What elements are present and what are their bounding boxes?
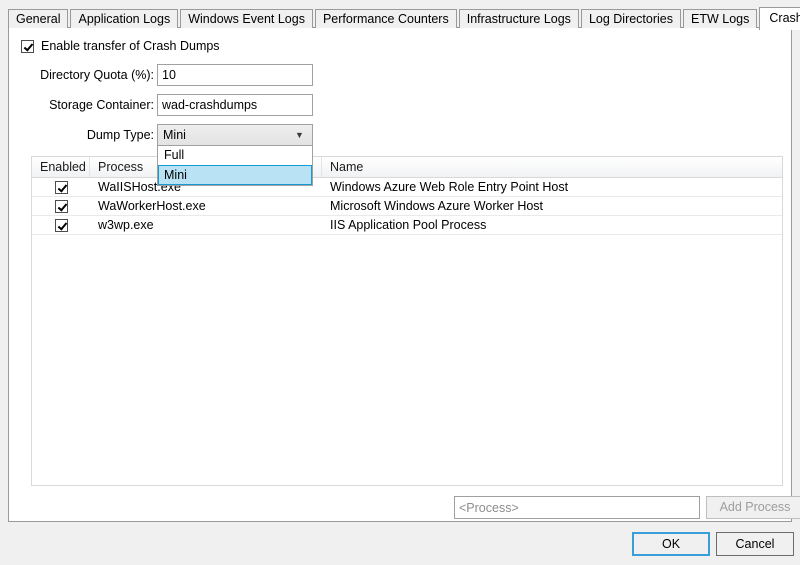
add-process-row: Add Process xyxy=(31,496,783,519)
tab-log-directories[interactable]: Log Directories xyxy=(581,9,681,28)
table-row[interactable]: WaWorkerHost.exe Microsoft Windows Azure… xyxy=(32,197,782,216)
crash-dumps-panel: Enable transfer of Crash Dumps Directory… xyxy=(8,27,792,522)
process-grid[interactable]: Enabled Process Name WaIISHost.exe Windo… xyxy=(31,156,783,486)
table-row[interactable]: w3wp.exe IIS Application Pool Process xyxy=(32,216,782,235)
row-name-cell: IIS Application Pool Process xyxy=(322,216,782,234)
tab-infrastructure-logs[interactable]: Infrastructure Logs xyxy=(459,9,579,28)
directory-quota-input[interactable] xyxy=(157,64,313,86)
process-name-input[interactable] xyxy=(454,496,700,519)
dump-type-dropdown-list[interactable]: Full Mini xyxy=(157,146,313,186)
directory-quota-row: Directory Quota (%): xyxy=(9,64,791,86)
tab-etw-logs[interactable]: ETW Logs xyxy=(683,9,757,28)
enable-transfer-checkbox-row[interactable]: Enable transfer of Crash Dumps xyxy=(21,39,220,53)
dump-type-combobox[interactable]: Mini ▼ xyxy=(157,124,313,146)
dump-type-label: Dump Type: xyxy=(87,124,154,146)
directory-quota-label: Directory Quota (%): xyxy=(40,64,154,86)
tab-crash-dumps[interactable]: Crash Dumps xyxy=(759,7,800,30)
dump-type-option-mini[interactable]: Mini xyxy=(158,165,312,185)
tab-performance-counters[interactable]: Performance Counters xyxy=(315,9,457,28)
row-enabled-cell[interactable] xyxy=(32,216,90,234)
row-enabled-cell[interactable] xyxy=(32,178,90,196)
table-row[interactable]: WaIISHost.exe Windows Azure Web Role Ent… xyxy=(32,178,782,197)
row-enabled-checkbox[interactable] xyxy=(55,181,68,194)
storage-container-label: Storage Container: xyxy=(49,94,154,116)
tab-general[interactable]: General xyxy=(8,9,68,28)
row-process-cell: w3wp.exe xyxy=(90,216,322,234)
tab-windows-event-logs[interactable]: Windows Event Logs xyxy=(180,9,313,28)
column-header-enabled[interactable]: Enabled xyxy=(32,157,90,177)
dump-type-selected-value: Mini xyxy=(158,128,291,142)
tab-application-logs[interactable]: Application Logs xyxy=(70,9,178,28)
row-name-cell: Microsoft Windows Azure Worker Host xyxy=(322,197,782,215)
dump-type-option-full[interactable]: Full xyxy=(158,146,312,165)
enable-transfer-label: Enable transfer of Crash Dumps xyxy=(41,39,220,53)
enable-transfer-checkbox[interactable] xyxy=(21,40,34,53)
chevron-down-icon: ▼ xyxy=(291,131,312,140)
row-enabled-checkbox[interactable] xyxy=(55,219,68,232)
process-grid-header: Enabled Process Name xyxy=(32,157,782,178)
row-enabled-checkbox[interactable] xyxy=(55,200,68,213)
row-name-cell: Windows Azure Web Role Entry Point Host xyxy=(322,178,782,196)
column-header-name[interactable]: Name xyxy=(322,157,782,177)
tab-strip: General Application Logs Windows Event L… xyxy=(8,6,800,28)
add-process-button[interactable]: Add Process xyxy=(706,496,800,519)
row-process-cell: WaWorkerHost.exe xyxy=(90,197,322,215)
storage-container-row: Storage Container: xyxy=(9,94,791,116)
dump-type-row: Dump Type: xyxy=(9,124,791,146)
ok-button[interactable]: OK xyxy=(632,532,710,556)
storage-container-input[interactable] xyxy=(157,94,313,116)
cancel-button[interactable]: Cancel xyxy=(716,532,794,556)
row-enabled-cell[interactable] xyxy=(32,197,90,215)
